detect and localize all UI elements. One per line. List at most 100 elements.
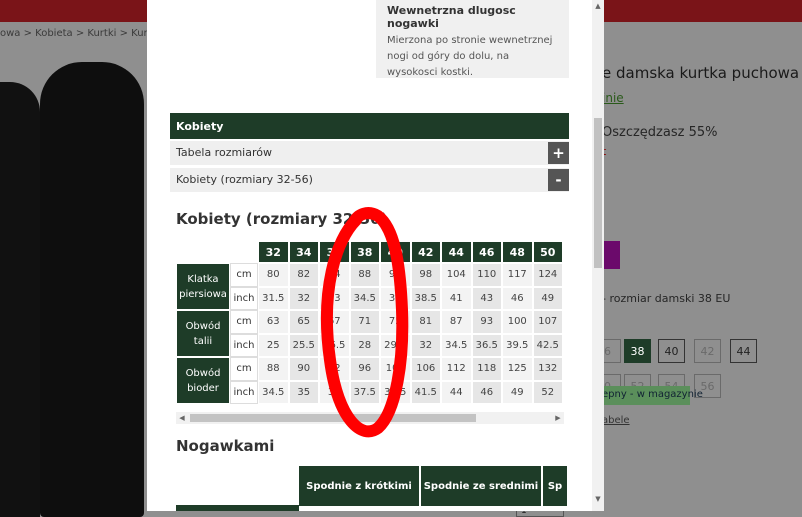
size-value-cell: 32 (288, 286, 319, 310)
size-value-cell: 92 (319, 357, 350, 381)
size-column-header: 44 (441, 241, 472, 263)
size-option[interactable]: 44 (730, 339, 757, 363)
size-value-cell: 35 (288, 380, 319, 404)
measurement-group-label: Klatka piersiowa (176, 263, 230, 310)
size-option-selected[interactable]: 38 (624, 339, 651, 363)
scroll-up-icon[interactable]: ▲ (592, 0, 604, 12)
unit-label: inch (230, 380, 258, 404)
modal-vertical-scrollbar[interactable]: ▲ ▼ (592, 0, 604, 511)
accordion-women-sizes[interactable]: Kobiety (rozmiary 32-56) - (170, 168, 569, 192)
collapse-icon[interactable]: - (548, 169, 569, 191)
accordion-label: Kobiety (rozmiary 32-56) (176, 173, 313, 186)
unit-label: inch (230, 286, 258, 310)
size-value-cell: 52 (532, 380, 563, 404)
size-value-cell: 93 (471, 310, 502, 334)
size-value-cell: 100 (380, 357, 411, 381)
savings-text: ​Oszczędzasz 55% (602, 120, 717, 141)
size-column-header: 42 (410, 241, 441, 263)
size-value-cell: 41.5 (410, 380, 441, 404)
unit-label: cm (230, 263, 258, 287)
measurement-group-label: Obwód bioder (176, 357, 230, 404)
size-column-header: 38 (349, 241, 380, 263)
size-value-cell: 88 (258, 357, 289, 381)
size-value-cell: 104 (441, 263, 472, 287)
size-value-cell: 42.5 (532, 333, 563, 357)
add-to-cart-button[interactable] (602, 241, 620, 269)
size-option[interactable]: 40 (658, 339, 685, 363)
legs-column-header: Spodnie ze srednimi (421, 466, 543, 506)
expand-icon[interactable]: + (548, 142, 569, 164)
size-value-cell: 34.5 (258, 380, 289, 404)
size-column-header: 34 (288, 241, 319, 263)
legs-table-row (176, 505, 299, 511)
size-value-cell: 82 (288, 263, 319, 287)
scrollbar-thumb[interactable] (594, 118, 602, 268)
product-title: e damska kurtka puchowa (602, 64, 800, 82)
sizes-heading: Kobiety (rozmiary 32-56) (176, 210, 388, 228)
size-value-cell: 117 (502, 263, 533, 287)
size-value-cell: 38.5 (410, 286, 441, 310)
legs-table-header: Spodnie z krótkimi Spodnie ze srednimi S… (299, 466, 569, 506)
size-value-cell: 46 (471, 380, 502, 404)
info-title: Wewnetrzna dlugosc nogawki (387, 4, 516, 30)
size-value-cell: 44 (441, 380, 472, 404)
size-value-cell: 31.5 (258, 286, 289, 310)
scroll-down-icon[interactable]: ▼ (592, 493, 604, 505)
unit-label: cm (230, 310, 258, 334)
size-value-cell: 81 (410, 310, 441, 334)
table-horizontal-scrollbar[interactable]: ◀ ▶ (176, 412, 564, 424)
size-value-cell: 25.5 (288, 333, 319, 357)
size-value-cell: 67 (319, 310, 350, 334)
size-value-cell: 29.5 (380, 333, 411, 357)
size-value-cell: 80 (258, 263, 289, 287)
size-value-cell: 107 (532, 310, 563, 334)
legs-column-header: Sp (543, 466, 569, 506)
size-value-cell: 36 (380, 286, 411, 310)
size-value-cell: 65 (288, 310, 319, 334)
size-table-link[interactable]: abele (602, 415, 630, 426)
section-header: Kobiety (170, 113, 569, 139)
size-value-cell: 43 (471, 286, 502, 310)
reviews-link[interactable]: inie (602, 91, 624, 105)
savings-label: Oszczędzasz 55% (602, 125, 718, 140)
measurement-group-label: Obwód talii (176, 310, 230, 357)
size-value-cell: 25 (258, 333, 289, 357)
size-option[interactable]: 42 (694, 339, 721, 363)
stock-badge: epny - w magazynie (598, 386, 703, 405)
measurement-info-box: Wewnetrzna dlugosc nogawki Mierzona po s… (376, 0, 569, 78)
size-value-cell: 28 (349, 333, 380, 357)
scroll-right-icon[interactable]: ▶ (552, 412, 564, 424)
size-value-cell: 100 (502, 310, 533, 334)
info-text: Mierzona po stronie wewnetrznej nogi od … (387, 35, 553, 78)
size-value-cell: 63 (258, 310, 289, 334)
size-value-cell: 39.5 (380, 380, 411, 404)
size-column-header: 36 (319, 241, 350, 263)
legs-heading: Nogawkami (176, 437, 275, 455)
size-value-cell: 124 (532, 263, 563, 287)
accordion-label: Tabela rozmiarów (176, 146, 272, 159)
size-value-cell: 26.5 (319, 333, 350, 357)
size-value-cell: 41 (441, 286, 472, 310)
size-value-cell: 90 (288, 357, 319, 381)
scrollbar-thumb[interactable] (190, 414, 476, 422)
size-value-cell: 34.5 (441, 333, 472, 357)
product-image[interactable] (40, 62, 144, 517)
scroll-left-icon[interactable]: ◀ (176, 412, 188, 424)
size-column-header: 40 (380, 241, 411, 263)
size-value-cell: 46 (502, 286, 533, 310)
size-value-cell: 88 (349, 263, 380, 287)
accordion-size-table[interactable]: Tabela rozmiarów + (170, 141, 569, 165)
size-value-cell: 49 (532, 286, 563, 310)
unit-label: inch (230, 333, 258, 357)
breadcrumb[interactable]: owa > Kobieta > Kurtki > Kurtki p (0, 28, 150, 44)
size-value-cell: 92 (380, 263, 411, 287)
size-value-cell: 32 (410, 333, 441, 357)
size-column-header: 50 (532, 241, 563, 263)
size-value-cell: 36.5 (471, 333, 502, 357)
size-value-cell: 75 (380, 310, 411, 334)
size-column-header: 32 (258, 241, 289, 263)
size-value-cell: 37.5 (349, 380, 380, 404)
unit-label: cm (230, 357, 258, 381)
size-value-cell: 132 (532, 357, 563, 381)
size-value-cell: 71 (349, 310, 380, 334)
